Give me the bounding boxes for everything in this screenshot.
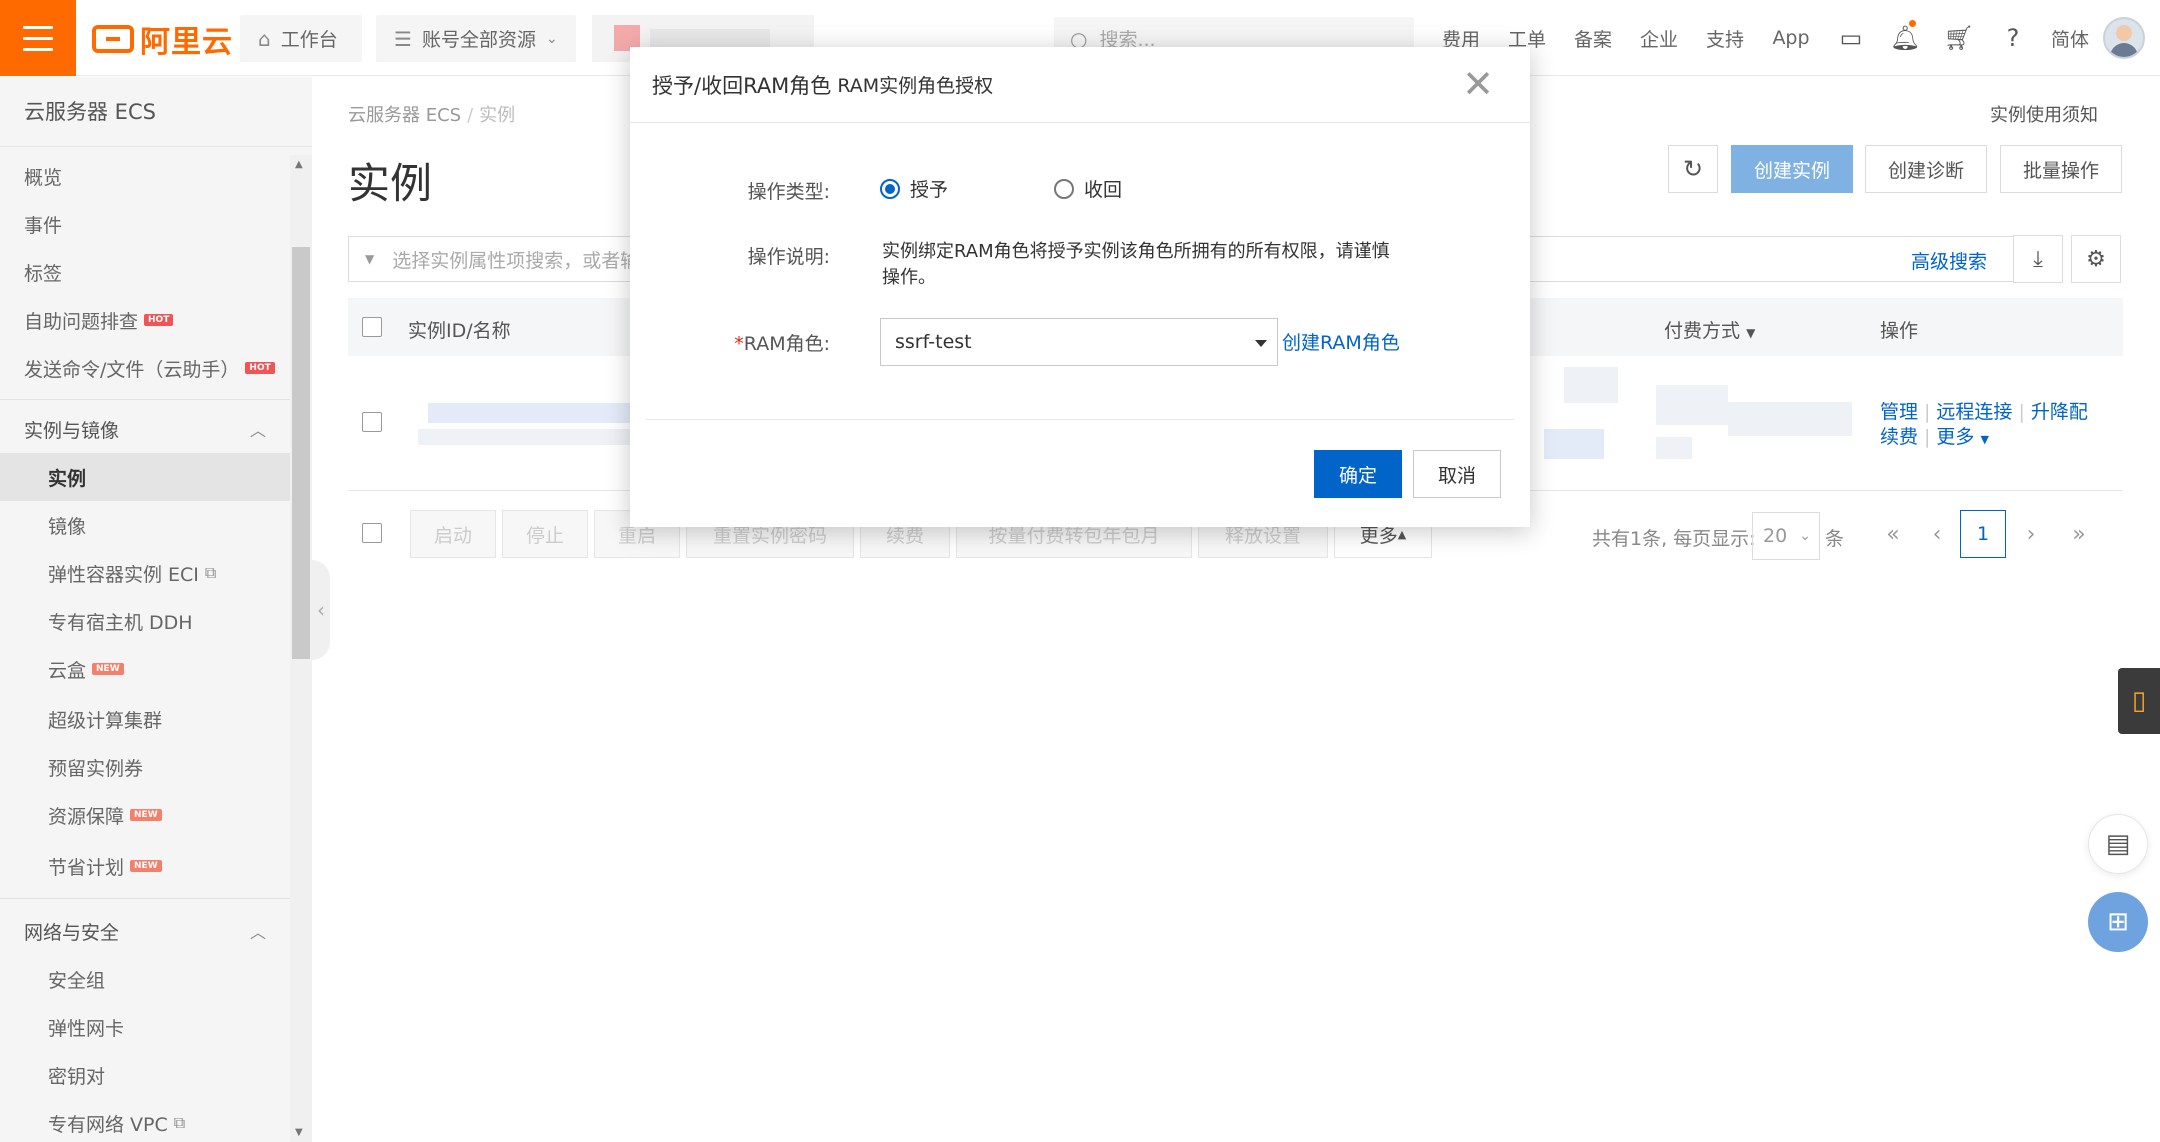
dialog-subtitle: RAM实例角色授权	[837, 75, 994, 97]
radio-grant[interactable]: 授予	[880, 175, 948, 202]
radio-revoke-label: 收回	[1084, 179, 1123, 201]
cancel-button[interactable]: 取消	[1413, 450, 1501, 498]
radio-grant-label: 授予	[910, 179, 949, 201]
ram-role-value: ssrf-test	[895, 331, 972, 353]
radio-grant-dot	[880, 178, 900, 199]
radio-revoke[interactable]: 收回	[1054, 175, 1122, 202]
ram-role-label: *RAM角色:	[734, 333, 830, 355]
operation-desc-label: 操作说明:	[747, 246, 830, 268]
dialog-divider	[646, 419, 1514, 420]
caret-down-icon	[1255, 340, 1267, 347]
confirm-button[interactable]: 确定	[1314, 450, 1402, 498]
radio-revoke-dot	[1054, 178, 1074, 199]
dialog-header: 授予/收回RAM角色 RAM实例角色授权 ✕	[630, 47, 1530, 123]
ram-role-select[interactable]: ssrf-test	[880, 318, 1278, 366]
dialog-title: 授予/收回RAM角色	[652, 73, 832, 98]
create-ram-role-link[interactable]: 创建RAM角色	[1282, 328, 1400, 355]
operation-type-label: 操作类型:	[747, 181, 830, 203]
ram-role-label-text: RAM角色:	[743, 333, 830, 355]
operation-desc-text: 实例绑定RAM角色将授予实例该角色所拥有的所有权限，请谨慎操作。	[882, 241, 1390, 288]
close-icon[interactable]: ✕	[1462, 65, 1494, 103]
ram-role-dialog: 授予/收回RAM角色 RAM实例角色授权 ✕ 操作类型: 授予 收回 操作说明:…	[630, 47, 1530, 527]
